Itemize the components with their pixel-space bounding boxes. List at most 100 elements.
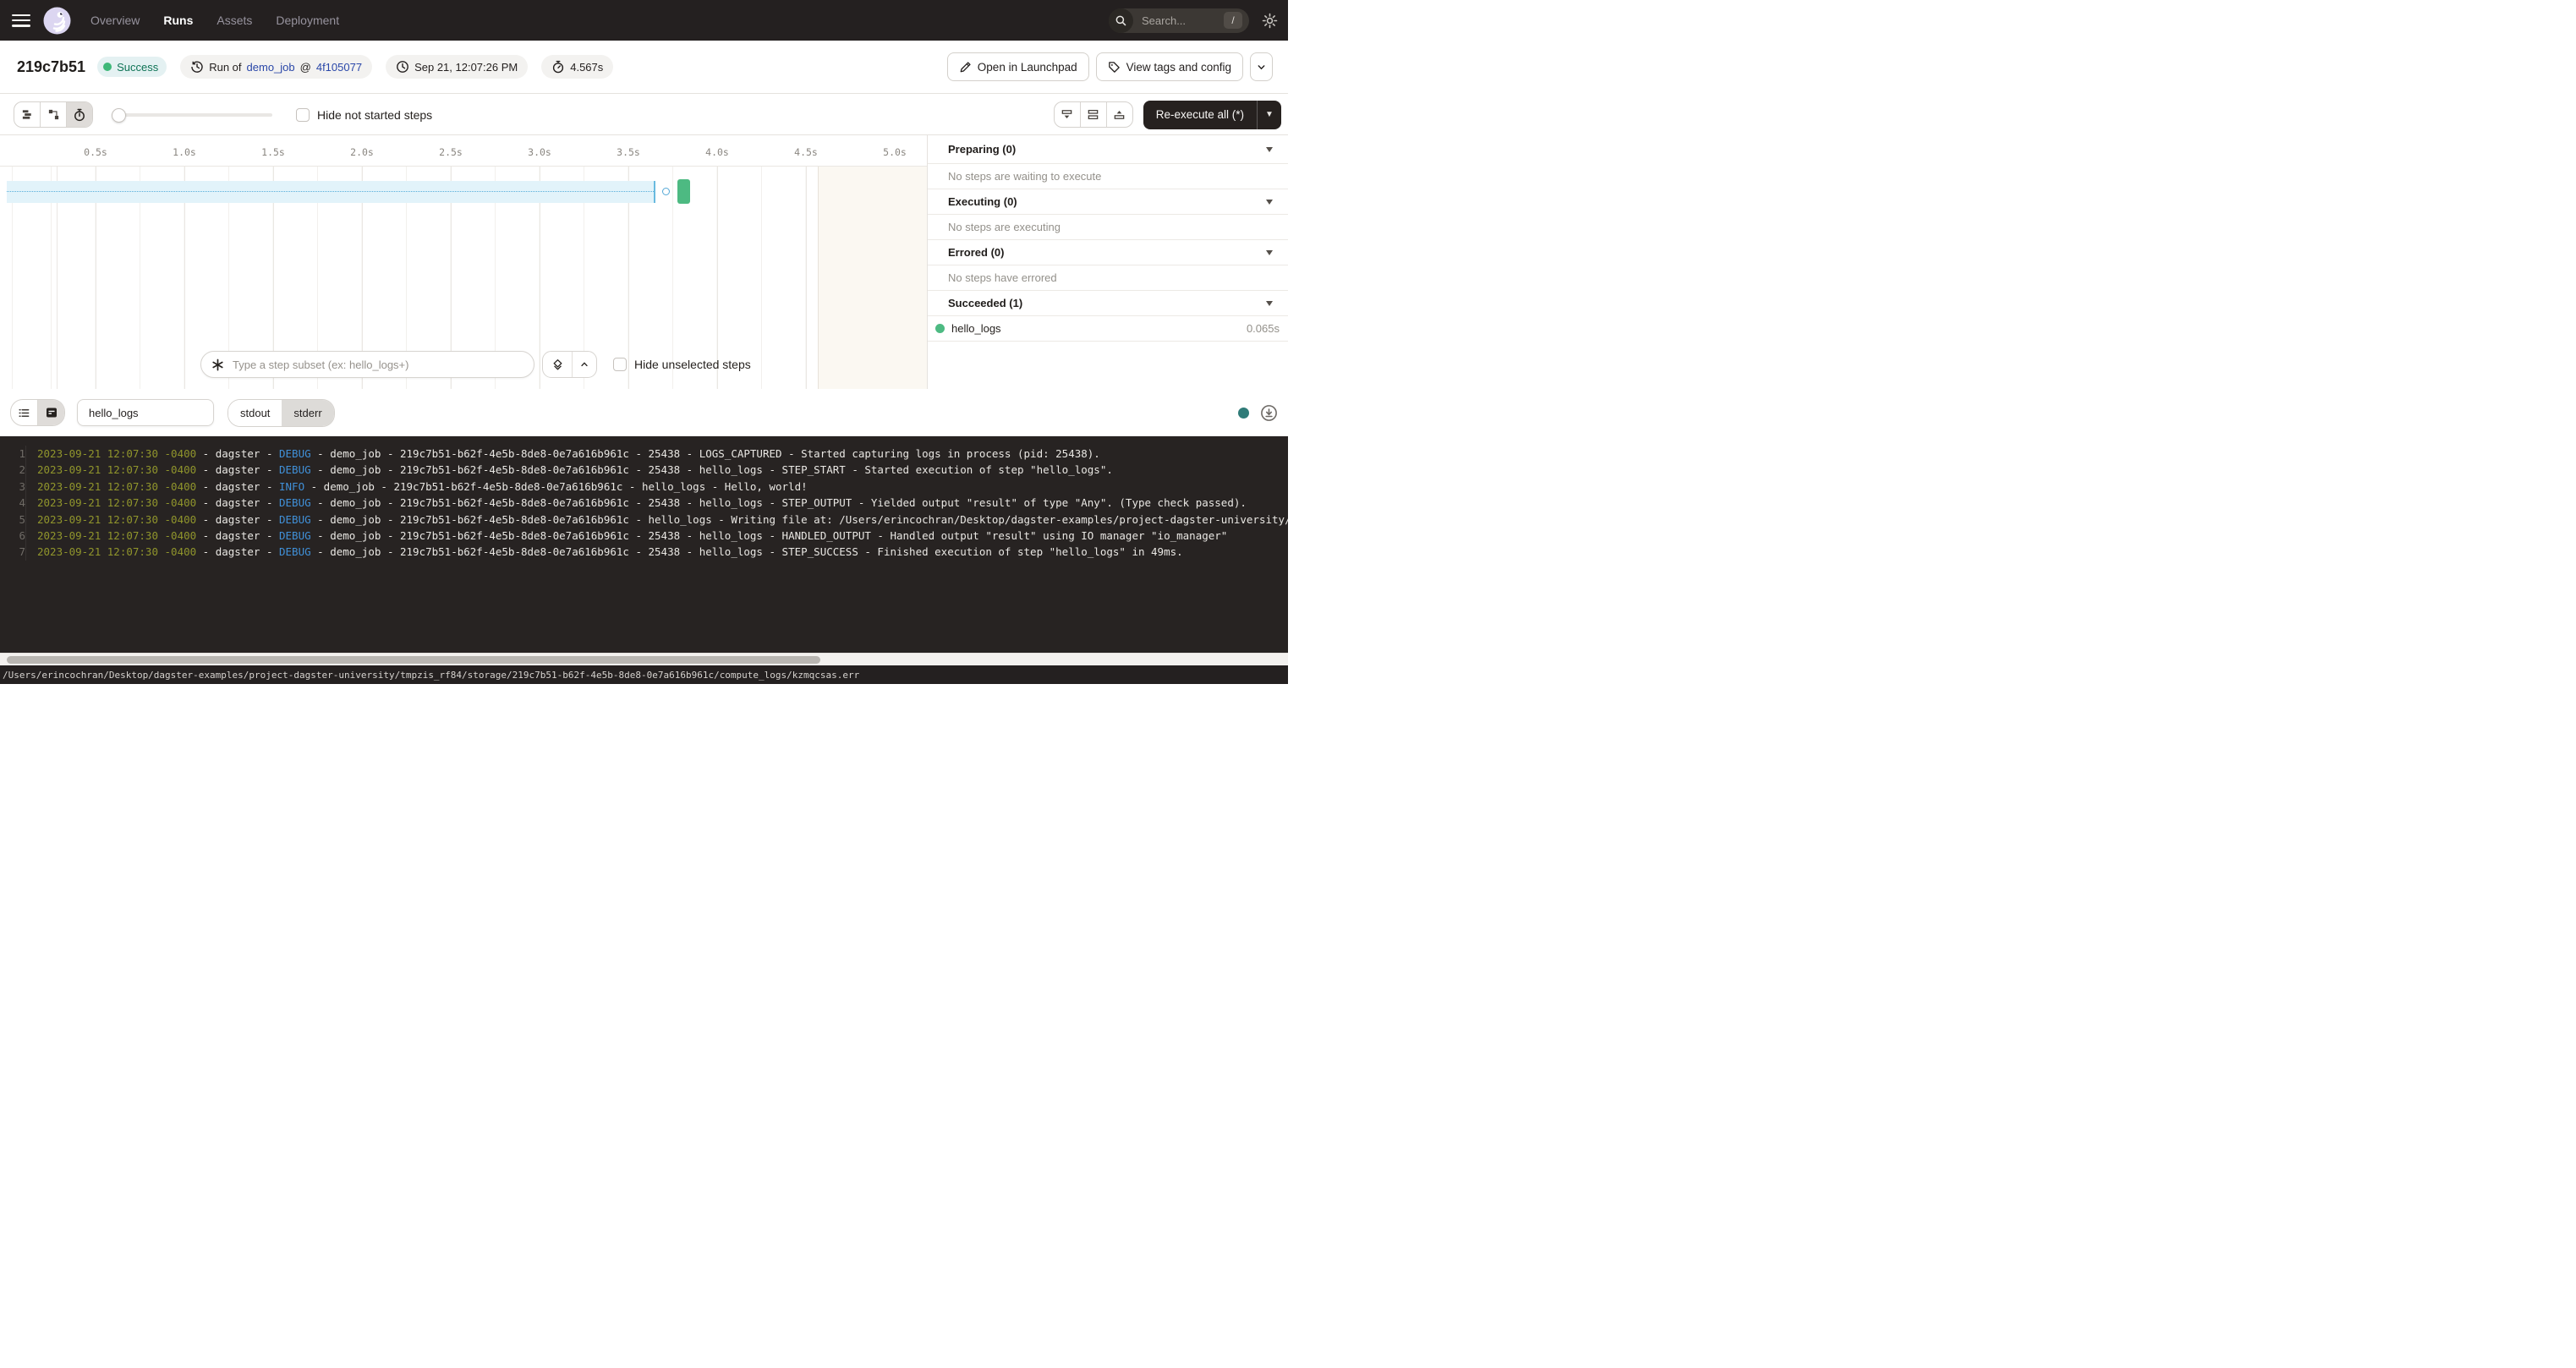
log-line: 52023-09-21 12:07:30 -0400 - dagster - D…: [0, 512, 1288, 528]
log-viewer: stdout stderr 12023-09-21 12:07:30 -0400…: [0, 389, 1288, 684]
step-waiting-track: [7, 181, 655, 203]
section-empty-errored: No steps have errored: [928, 265, 1288, 291]
run-id-title: 219c7b51: [17, 58, 85, 76]
run-of-pill: Run of demo_job @ 4f105077: [180, 55, 372, 79]
slash-shortcut-badge: /: [1224, 12, 1242, 29]
pencil-icon: [959, 61, 972, 74]
console-icon: [45, 406, 58, 419]
dagster-logo[interactable]: [43, 7, 71, 35]
re-execute-label: Re-execute all (*): [1143, 101, 1257, 129]
log-step-filter[interactable]: [77, 399, 214, 426]
at-separator: @: [300, 61, 311, 74]
search-bar[interactable]: /: [1109, 8, 1249, 33]
download-logs-button[interactable]: [1260, 404, 1278, 422]
log-filter-input[interactable]: [87, 406, 200, 420]
nav-item-deployment[interactable]: Deployment: [276, 14, 339, 27]
list-icon: [18, 407, 30, 419]
run-of-label: Run of: [209, 61, 241, 74]
hamburger-menu-icon[interactable]: [12, 14, 30, 27]
section-header-succeeded[interactable]: Succeeded (1): [928, 291, 1288, 316]
stopwatch-view-icon: [73, 108, 86, 122]
log-line: 42023-09-21 12:07:30 -0400 - dagster - D…: [0, 495, 1288, 511]
section-header-preparing[interactable]: Preparing (0): [928, 135, 1288, 164]
hide-unselected-checkbox[interactable]: [613, 358, 627, 371]
re-execute-caret-button[interactable]: ▼: [1257, 101, 1281, 129]
raw-log-path-bar: /Users/erincochran/Desktop/dagster-examp…: [0, 665, 1288, 684]
collapse-top-button[interactable]: [1107, 102, 1132, 127]
gantt-plot-area: Hide unselected steps: [0, 166, 927, 389]
horizontal-scrollbar[interactable]: [0, 653, 1288, 665]
op-selector-icon: [211, 358, 224, 371]
scrollbar-thumb[interactable]: [7, 656, 820, 664]
succeeded-step-row[interactable]: hello_logs 0.065s: [928, 316, 1288, 342]
step-name: hello_logs: [951, 322, 1001, 335]
step-status-dot: [935, 324, 945, 333]
step-subset-input[interactable]: [231, 358, 513, 372]
raw-log-output: 12023-09-21 12:07:30 -0400 - dagster - D…: [0, 436, 1288, 653]
view-tags-config-button[interactable]: View tags and config: [1096, 52, 1243, 81]
split-view-icon: [1087, 108, 1099, 121]
axis-tick: 3.0s: [528, 146, 551, 158]
run-header: 219c7b51 Success Run of demo_job @ 4f105…: [0, 41, 1288, 94]
gantt-toolbar: Hide not started steps: [0, 95, 1288, 135]
axis-tick: 1.0s: [173, 146, 196, 158]
open-in-launchpad-button[interactable]: Open in Launchpad: [947, 52, 1089, 81]
flat-view-button[interactable]: [14, 102, 41, 127]
log-toolbar: stdout stderr: [0, 389, 1288, 436]
history-icon: [190, 60, 204, 74]
re-execute-all-button[interactable]: Re-execute all (*) ▼: [1143, 101, 1281, 129]
polling-indicator: [1238, 408, 1249, 419]
top-nav: Overview Runs Assets Deployment /: [0, 0, 1288, 41]
stopwatch-icon: [551, 60, 565, 74]
waterfall-view-button[interactable]: [41, 102, 67, 127]
nav-item-overview[interactable]: Overview: [90, 14, 140, 27]
split-view-button[interactable]: [1081, 102, 1107, 127]
log-line: 22023-09-21 12:07:30 -0400 - dagster - D…: [0, 462, 1288, 478]
hide-unselected-control: Hide unselected steps: [613, 358, 751, 371]
raw-log-view-button[interactable]: [38, 400, 64, 425]
start-time-pill: Sep 21, 12:07:26 PM: [386, 55, 528, 79]
axis-tick: 2.5s: [439, 146, 463, 158]
section-header-executing[interactable]: Executing (0): [928, 189, 1288, 215]
collapse-bottom-button[interactable]: [1055, 102, 1081, 127]
step-bar-hello-logs[interactable]: [677, 179, 690, 204]
step-subset-filter[interactable]: [200, 351, 534, 378]
nav-item-runs[interactable]: Runs: [163, 14, 193, 27]
slider-handle[interactable]: [112, 108, 126, 123]
log-file-path: /Users/erincochran/Desktop/dagster-examp…: [3, 670, 859, 681]
job-link[interactable]: demo_job: [247, 61, 295, 74]
more-run-actions-button[interactable]: [1250, 52, 1273, 81]
log-line: 72023-09-21 12:07:30 -0400 - dagster - D…: [0, 544, 1288, 560]
tag-icon: [1108, 61, 1121, 74]
commit-link[interactable]: 4f105077: [316, 61, 362, 74]
gear-icon[interactable]: [1262, 13, 1278, 29]
tab-stdout[interactable]: stdout: [228, 400, 282, 426]
chevron-up-icon: [579, 359, 589, 369]
chevron-down-icon: [1256, 62, 1267, 73]
hide-not-started-checkbox[interactable]: [296, 108, 310, 122]
search-input[interactable]: [1140, 14, 1221, 28]
structured-log-view-button[interactable]: [11, 400, 38, 425]
log-view-toggle: [10, 399, 65, 426]
section-empty-preparing: No steps are waiting to execute: [928, 164, 1288, 189]
primary-nav: Overview Runs Assets Deployment: [90, 14, 339, 27]
duration-pill: 4.567s: [541, 55, 613, 79]
collapse-query-button[interactable]: [572, 352, 596, 377]
step-duration: 0.065s: [1247, 322, 1280, 335]
step-marker-circle: [662, 188, 670, 195]
graph-layers-button[interactable]: [543, 352, 572, 377]
run-detail-split: 0.5s 1.0s 1.5s 2.0s 2.5s 3.0s 3.5s 4.0s …: [0, 135, 1288, 389]
waterfall-view-icon: [47, 108, 60, 121]
nav-item-assets[interactable]: Assets: [216, 14, 252, 27]
graph-query-controls: [542, 351, 597, 378]
section-header-errored[interactable]: Errored (0): [928, 240, 1288, 265]
axis-tick: 0.5s: [84, 146, 107, 158]
timed-view-button[interactable]: [67, 102, 92, 127]
gantt-zoom-slider[interactable]: [112, 108, 272, 122]
log-line: 62023-09-21 12:07:30 -0400 - dagster - D…: [0, 528, 1288, 544]
tab-stderr[interactable]: stderr: [282, 400, 333, 426]
search-icon: [1109, 8, 1133, 33]
axis-tick: 5.0s: [883, 146, 907, 158]
axis-tick: 1.5s: [261, 146, 285, 158]
axis-tick: 3.5s: [617, 146, 640, 158]
